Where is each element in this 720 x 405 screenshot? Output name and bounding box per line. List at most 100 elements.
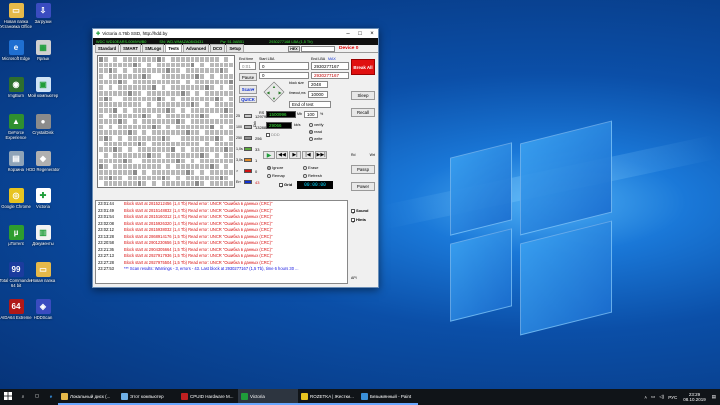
- sleep-button[interactable]: Sleep: [351, 91, 375, 100]
- tray-arrow-icon[interactable]: ˄: [644, 395, 647, 400]
- pause-button[interactable]: Pause: [239, 73, 257, 81]
- read-radio[interactable]: read: [309, 129, 322, 134]
- scan-block: [103, 130, 108, 136]
- desktop-icon-glyph: ▲: [8, 114, 24, 129]
- language-indicator[interactable]: РУС: [668, 395, 677, 400]
- scan-block: [108, 73, 113, 79]
- api-field[interactable]: [301, 46, 335, 52]
- taskbar-app[interactable]: ROZETKA | Жестки...: [298, 389, 358, 405]
- scan-block: [200, 85, 205, 90]
- task-view-icon[interactable]: ▢: [30, 389, 44, 405]
- erase-radio[interactable]: Erase: [303, 165, 318, 170]
- sound-checkbox[interactable]: ✓Sound: [351, 208, 368, 215]
- legend-threshold: 3,0s: [236, 158, 243, 162]
- title-bar[interactable]: ✚ Victoria 4.76b SSD, http://hdd.by – □ …: [93, 29, 378, 38]
- scan-block: [171, 62, 176, 68]
- desktop-icon[interactable]: ▭ Новая папка: [26, 262, 60, 288]
- scan-block: [137, 170, 142, 175]
- chevron-down-icon: ▾: [252, 86, 255, 92]
- scan-block: [127, 96, 132, 102]
- break-all-button[interactable]: Break All: [351, 59, 375, 75]
- taskbar-app[interactable]: Этот компьютер: [118, 389, 178, 405]
- step-forward-icon[interactable]: ▶|: [289, 151, 301, 159]
- end-icon[interactable]: ▶▶|: [315, 151, 327, 159]
- taskbar-app[interactable]: CPUID Hardware M...: [178, 389, 238, 405]
- victoria-icon: ✚: [96, 30, 101, 37]
- volume-icon[interactable]: ◁): [659, 394, 664, 400]
- desktop-icon[interactable]: ● CrystalDisk: [26, 114, 60, 140]
- network-icon[interactable]: ▭: [651, 394, 655, 400]
- taskbar-app[interactable]: Безымянный - Paint: [358, 389, 418, 405]
- max-link[interactable]: MAX: [328, 57, 336, 61]
- end-lba-input[interactable]: 2930277167: [311, 62, 349, 70]
- search-icon[interactable]: ⌕: [16, 389, 30, 405]
- scan-block: [185, 153, 190, 158]
- passp-button[interactable]: Passp: [351, 165, 375, 174]
- edge-taskbar-icon[interactable]: e: [44, 389, 58, 405]
- scan-block: [103, 164, 108, 170]
- rewind-icon[interactable]: ◀◀: [276, 151, 288, 159]
- tab-smart[interactable]: SMART: [120, 44, 142, 52]
- start-button[interactable]: [0, 389, 16, 405]
- ignore-radio[interactable]: Ignore: [267, 165, 283, 170]
- scan-block: [195, 107, 200, 113]
- scan-block: [108, 119, 113, 124]
- tab-standard[interactable]: Standard: [95, 44, 120, 52]
- desktop-icon[interactable]: ◈ HDDScan: [26, 299, 60, 325]
- quick-button[interactable]: QUICK: [239, 96, 257, 103]
- desktop-icon[interactable]: ▦ Ярлык: [26, 40, 60, 66]
- end-of-test-select[interactable]: End of test: [289, 101, 331, 108]
- scan-block: [224, 158, 229, 164]
- scan-block: [180, 164, 185, 170]
- taskbar-app[interactable]: Локальный диск (...: [58, 389, 118, 405]
- hints-checkbox[interactable]: ✓Hints: [351, 217, 366, 224]
- desktop-icon[interactable]: ▣ Мой компьютер: [26, 77, 60, 103]
- scan-block: [219, 124, 224, 130]
- direction-pad[interactable]: ▲ ▼ ◀ ▶: [263, 81, 285, 103]
- scan-block: [142, 96, 147, 102]
- refresh-radio[interactable]: Refresh: [303, 173, 322, 178]
- remap-radio[interactable]: Remap: [267, 173, 285, 178]
- scan-block: [185, 181, 190, 186]
- recall-button[interactable]: Recall: [351, 108, 375, 117]
- scan-block: [185, 68, 190, 73]
- scan-block: [209, 113, 214, 119]
- tab-smlogs[interactable]: SMLogs: [142, 44, 165, 52]
- clock[interactable]: 23:29 08.10.2019: [683, 392, 706, 402]
- scan-block: [219, 153, 224, 158]
- ddd-checkbox[interactable]: DDD: [266, 132, 280, 137]
- verify-radio[interactable]: verify: [309, 122, 324, 127]
- play-icon[interactable]: ▶: [263, 151, 275, 159]
- desktop-icon[interactable]: ▥ Документы: [26, 225, 60, 251]
- tab-advanced[interactable]: Advanced: [182, 44, 209, 52]
- notifications-icon[interactable]: ▤: [712, 394, 716, 400]
- scan-block: [103, 136, 108, 141]
- maximize-icon[interactable]: □: [354, 29, 366, 38]
- close-icon[interactable]: ×: [366, 29, 378, 38]
- scan-block: [180, 136, 185, 141]
- scan-button[interactable]: Scan ▾: [239, 85, 257, 94]
- scan-block: [99, 130, 103, 136]
- tab-dco[interactable]: DCO: [210, 44, 226, 52]
- minimize-icon[interactable]: –: [342, 29, 354, 38]
- step-back-icon[interactable]: |◀: [302, 151, 314, 159]
- scan-block: [171, 90, 176, 96]
- scan-block: [166, 96, 171, 102]
- scan-block: [205, 85, 209, 90]
- hex-toggle[interactable]: HEX: [288, 46, 300, 52]
- grid-checkbox[interactable]: ✓Grid: [279, 182, 292, 189]
- tab-tests[interactable]: Tests: [165, 44, 182, 52]
- power-button[interactable]: Power: [351, 182, 375, 191]
- desktop-icon[interactable]: ◆ HDD Regenerator: [26, 151, 60, 177]
- scan-block: [123, 96, 127, 102]
- desktop-icon[interactable]: ⇩ Загрузки: [26, 3, 60, 29]
- tab-setup[interactable]: Setup: [226, 44, 244, 52]
- scan-block: [229, 102, 233, 107]
- timeout-select[interactable]: 10000: [308, 91, 328, 98]
- block-size-select[interactable]: 2048: [308, 81, 328, 88]
- desktop-icon[interactable]: ✚ Victoria: [26, 188, 60, 214]
- taskbar-app[interactable]: Victoria: [238, 389, 298, 405]
- start-lba-input[interactable]: 0: [259, 62, 309, 70]
- sound-checkbox-box: ✓: [351, 208, 356, 215]
- write-radio[interactable]: write: [309, 136, 322, 141]
